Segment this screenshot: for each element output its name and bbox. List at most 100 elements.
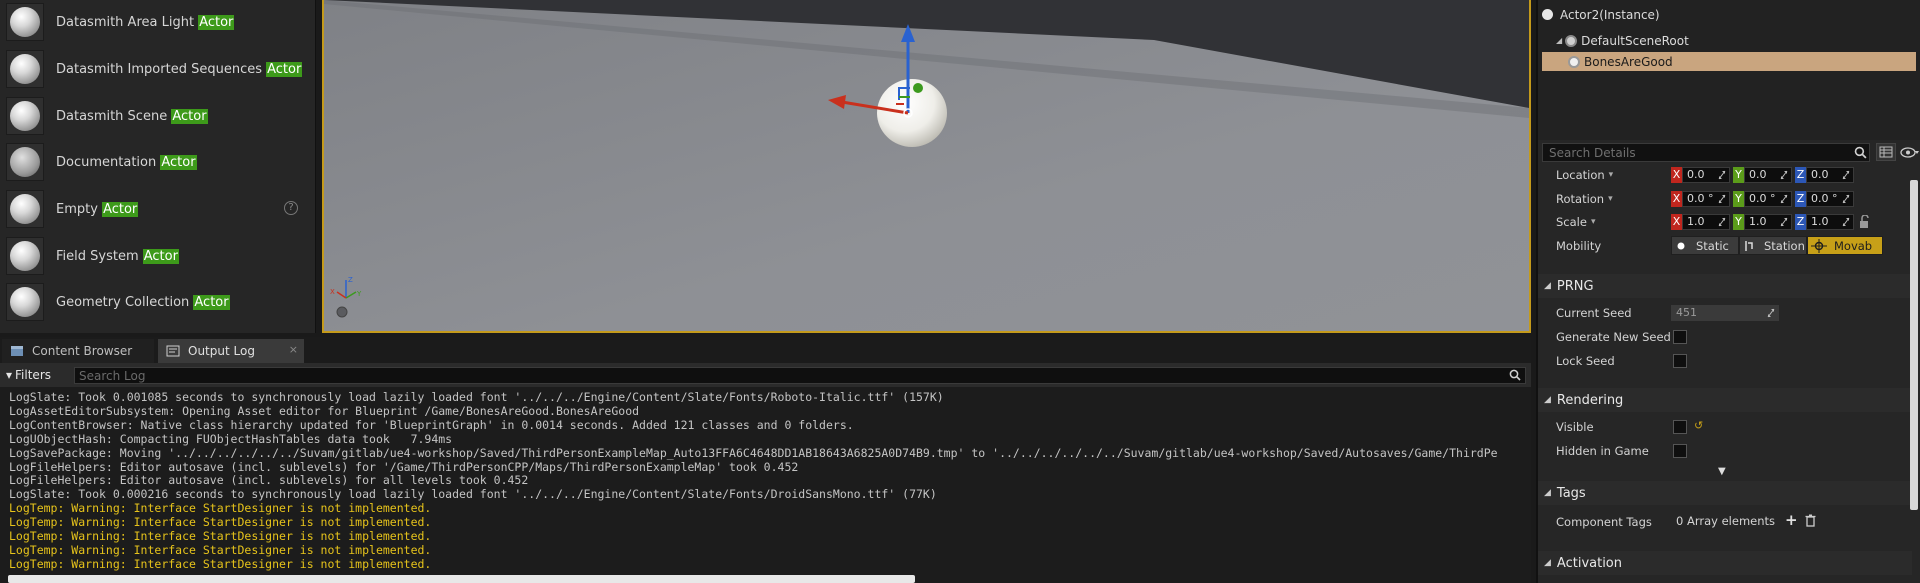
- spin-arrows-icon: [1842, 217, 1850, 227]
- section-prng[interactable]: ◢ PRNG: [1538, 274, 1912, 298]
- scale-z-field[interactable]: 1.0: [1806, 214, 1854, 230]
- close-icon[interactable]: ×: [289, 343, 298, 356]
- actor-thumbnail: [6, 3, 44, 41]
- tree-selected-component[interactable]: BonesAreGood: [1542, 52, 1916, 71]
- lock-seed-checkbox[interactable]: [1673, 354, 1687, 368]
- rotation-x-field[interactable]: 0.0 °: [1682, 191, 1730, 207]
- section-title: Rendering: [1556, 392, 1624, 408]
- rotation-y-field[interactable]: 0.0 °: [1744, 191, 1792, 207]
- location-label[interactable]: Location ▾: [1556, 167, 1613, 183]
- mobility-static-button[interactable]: Static: [1671, 236, 1739, 255]
- tab-output-log[interactable]: Output Log ×: [158, 339, 304, 363]
- reset-to-default-icon[interactable]: ↺: [1694, 419, 1703, 432]
- location-y-value: 0.0: [1749, 168, 1767, 181]
- actor-thumbnail: [6, 50, 44, 88]
- rotation-z-field[interactable]: 0.0 °: [1806, 191, 1854, 207]
- tree-default-scene-root[interactable]: ◢ DefaultSceneRoot: [1556, 31, 1906, 50]
- mobility-stationary-button[interactable]: Station: [1739, 236, 1807, 255]
- spin-arrows-icon: [1767, 308, 1775, 318]
- level-viewport[interactable]: Y X Z: [322, 0, 1531, 333]
- chevron-down-icon: ▾: [1590, 217, 1596, 227]
- mobility-movable-label: Movab: [1834, 238, 1873, 253]
- location-y-field[interactable]: 0.0: [1744, 167, 1792, 183]
- log-line: LogFileHelpers: Editor autosave (incl. s…: [9, 459, 799, 474]
- place-actor-item[interactable]: Geometry Collection Actor: [6, 280, 308, 324]
- collapse-arrow-icon: ◢: [1544, 395, 1551, 405]
- current-seed-value: 451: [1676, 306, 1697, 319]
- selected-component-label: BonesAreGood: [1584, 54, 1673, 69]
- section-rendering[interactable]: ◢ Rendering: [1538, 388, 1912, 412]
- axis-x-label: X: [1671, 214, 1682, 230]
- current-seed-label: Current Seed: [1556, 306, 1632, 320]
- generate-new-seed-checkbox[interactable]: [1673, 330, 1687, 344]
- property-matrix-button[interactable]: [1876, 143, 1896, 161]
- actor-name-text: Field System: [56, 248, 143, 264]
- scale-y-field[interactable]: 1.0: [1744, 214, 1792, 230]
- search-log-input[interactable]: [74, 367, 1526, 384]
- place-actor-item[interactable]: Datasmith Area Light Actor: [6, 0, 308, 44]
- details-scrollbar[interactable]: [1910, 180, 1918, 510]
- stationary-icon: [1745, 240, 1753, 251]
- hidden-in-game-checkbox[interactable]: [1673, 444, 1687, 458]
- tree-root-actor[interactable]: Actor2(Instance): [1542, 5, 1914, 24]
- mobility-movable-button[interactable]: Movab: [1807, 236, 1883, 255]
- actor-thumbnail: [6, 143, 44, 181]
- expand-arrow-icon[interactable]: ◢: [1556, 36, 1562, 45]
- place-actor-item[interactable]: Datasmith Imported Sequences Actor: [6, 47, 308, 91]
- help-icon[interactable]: ?: [284, 201, 298, 215]
- sphere-icon: [10, 7, 40, 37]
- trash-icon[interactable]: [1805, 514, 1816, 527]
- log-warning-line: LogTemp: Warning: Interface StartDesigne…: [9, 529, 432, 544]
- filters-button[interactable]: ▾ Filters: [6, 368, 68, 382]
- spin-arrows-icon: [1718, 194, 1726, 204]
- log-line: LogSavePackage: Moving '../../../../../.…: [9, 445, 1498, 460]
- section-activation[interactable]: ◢ Activation: [1538, 551, 1912, 575]
- move-arrows-icon: [1811, 238, 1827, 253]
- tab-content-browser[interactable]: Content Browser: [2, 339, 154, 363]
- axis-y-label: Y: [1733, 214, 1744, 230]
- current-seed-field[interactable]: 451: [1671, 305, 1779, 321]
- location-x-value: 0.0: [1687, 168, 1705, 181]
- filter-caret-icon: ▾: [6, 368, 13, 382]
- actor-thumbnail: [6, 97, 44, 135]
- scale-vector: X 1.0 Y 1.0 Z 1.0: [1671, 214, 1872, 230]
- place-actor-item[interactable]: Documentation Actor: [6, 140, 308, 184]
- actor-thumbnail: [6, 190, 44, 228]
- scene-root-label: DefaultSceneRoot: [1581, 33, 1689, 48]
- location-x-field[interactable]: 0.0: [1682, 167, 1730, 183]
- search-details-input[interactable]: [1542, 143, 1870, 162]
- place-actor-item[interactable]: Empty Actor?: [6, 187, 308, 231]
- location-z-field[interactable]: 0.0: [1806, 167, 1854, 183]
- log-warning-line: LogTemp: Warning: Interface StartDesigne…: [9, 556, 432, 571]
- axis-x-label: X: [1671, 167, 1682, 183]
- spin-arrows-icon: [1780, 194, 1788, 204]
- section-tags[interactable]: ◢ Tags: [1538, 481, 1912, 505]
- log-line: LogContentBrowser: Native class hierarch…: [9, 417, 854, 432]
- lock-seed-label: Lock Seed: [1556, 354, 1615, 368]
- axis-z-label: Z: [1795, 167, 1806, 183]
- log-horizontal-scrollbar[interactable]: [8, 575, 915, 583]
- visible-label: Visible: [1556, 420, 1594, 434]
- scene-component-icon: [1568, 55, 1580, 68]
- place-actor-name: Documentation Actor: [56, 154, 197, 170]
- lock-icon[interactable]: [1858, 215, 1872, 229]
- scene-component-icon: [1565, 34, 1578, 47]
- search-match-highlight: Actor: [102, 201, 139, 217]
- place-actor-name: Field System Actor: [56, 248, 179, 264]
- visible-checkbox[interactable]: [1673, 420, 1687, 434]
- log-warning-line: LogTemp: Warning: Interface StartDesigne…: [9, 542, 432, 557]
- editor-window: Datasmith Area Light Actor Datasmith Impo…: [0, 0, 1920, 583]
- scale-label[interactable]: Scale ▾: [1556, 214, 1595, 230]
- actor-thumbnail: [6, 237, 44, 275]
- scale-x-field[interactable]: 1.0: [1682, 214, 1730, 230]
- eye-icon[interactable]: [1900, 146, 1920, 159]
- mobility-stationary-label: Station: [1764, 238, 1805, 253]
- rotation-label[interactable]: Rotation ▾: [1556, 191, 1613, 207]
- location-vector: X 0.0 Y 0.0 Z 0.0: [1671, 167, 1854, 183]
- add-icon[interactable]: +: [1785, 511, 1798, 529]
- place-actor-item[interactable]: Datasmith Scene Actor: [6, 94, 308, 138]
- place-actor-item[interactable]: Field System Actor: [6, 234, 308, 278]
- log-warning-line: LogTemp: Warning: Interface StartDesigne…: [9, 501, 432, 516]
- advanced-expand-icon[interactable]: ▼: [1718, 466, 1726, 477]
- svg-text:X: X: [330, 288, 335, 296]
